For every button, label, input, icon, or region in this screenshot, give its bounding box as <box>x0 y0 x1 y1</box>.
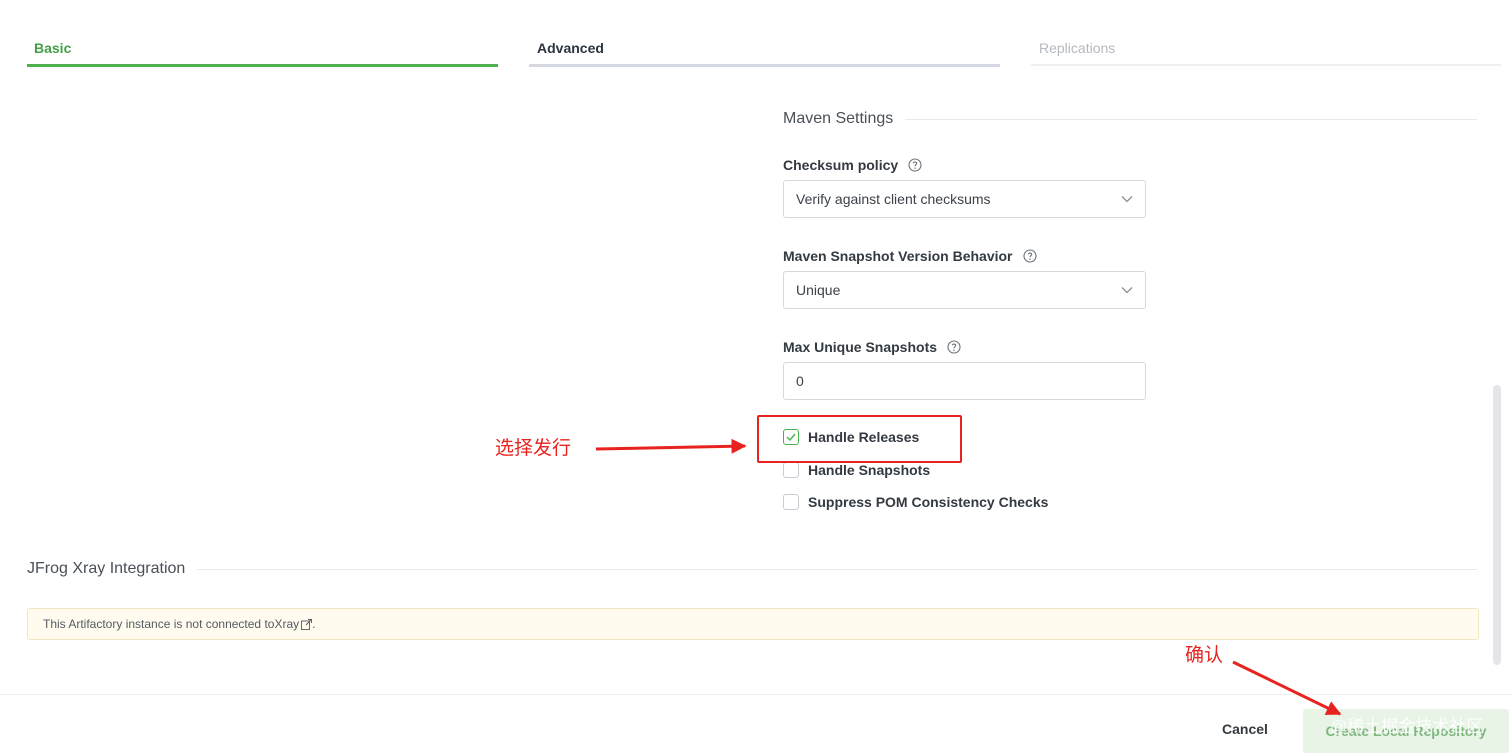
arrow-to-handle-releases <box>595 438 747 454</box>
tab-replications[interactable]: Replications <box>1039 40 1115 56</box>
xray-notice: This Artifactory instance is not connect… <box>27 608 1479 640</box>
checksum-policy-label: Checksum policy <box>783 157 922 173</box>
tab-replications-underline <box>1031 64 1501 66</box>
arrow-to-create-button <box>1232 660 1342 716</box>
checksum-policy-select[interactable]: Verify against client checksums <box>783 180 1146 218</box>
annotation-arrows <box>595 438 1342 716</box>
suppress-pom-label: Suppress POM Consistency Checks <box>808 494 1049 510</box>
snapshot-behavior-label: Maven Snapshot Version Behavior <box>783 248 1037 264</box>
checkbox-unchecked[interactable] <box>783 494 799 510</box>
maven-settings-divider <box>905 119 1477 120</box>
xray-notice-text: This Artifactory instance is not connect… <box>43 617 275 631</box>
snapshot-behavior-label-text: Maven Snapshot Version Behavior <box>783 248 1013 264</box>
maven-settings-title: Maven Settings <box>783 110 894 127</box>
snapshot-behavior-value: Unique <box>796 282 841 298</box>
annotation-select-release: 选择发行 <box>495 438 572 459</box>
chevron-down-icon <box>1121 196 1133 203</box>
handle-snapshots-label: Handle Snapshots <box>808 462 931 478</box>
tab-advanced-underline <box>529 64 1000 67</box>
max-snapshots-input[interactable]: 0 <box>783 362 1146 400</box>
tab-advanced[interactable]: Advanced <box>537 40 604 56</box>
snapshot-behavior-select[interactable]: Unique <box>783 271 1146 309</box>
help-icon[interactable] <box>908 158 922 172</box>
handle-snapshots-checkbox[interactable]: Handle Snapshots <box>783 462 930 478</box>
max-snapshots-value: 0 <box>796 373 804 389</box>
xray-divider <box>197 569 1477 570</box>
tab-basic[interactable]: Basic <box>34 40 71 56</box>
annotation-highlight-box <box>757 415 962 463</box>
tab-basic-underline <box>27 64 498 67</box>
watermark: @稀土掘金技术社区 <box>1330 717 1484 736</box>
chevron-down-icon <box>1121 287 1133 294</box>
max-snapshots-label-text: Max Unique Snapshots <box>783 339 938 355</box>
checksum-policy-label-text: Checksum policy <box>783 157 899 173</box>
help-icon[interactable] <box>947 340 961 354</box>
external-link-icon[interactable] <box>301 618 313 630</box>
help-icon[interactable] <box>1022 249 1037 263</box>
xray-section-title: JFrog Xray Integration <box>27 560 186 577</box>
annotation-confirm: 确认 <box>1185 645 1224 666</box>
scrollbar[interactable] <box>1493 385 1501 665</box>
footer-divider <box>0 694 1512 695</box>
xray-notice-suffix: . <box>312 617 316 631</box>
max-snapshots-label: Max Unique Snapshots <box>783 339 961 355</box>
cancel-button[interactable]: Cancel <box>1222 721 1268 737</box>
checkbox-unchecked[interactable] <box>783 462 799 478</box>
suppress-pom-checkbox[interactable]: Suppress POM Consistency Checks <box>783 494 1048 510</box>
checksum-policy-value: Verify against client checksums <box>796 191 991 207</box>
xray-link[interactable]: Xray <box>274 617 299 631</box>
